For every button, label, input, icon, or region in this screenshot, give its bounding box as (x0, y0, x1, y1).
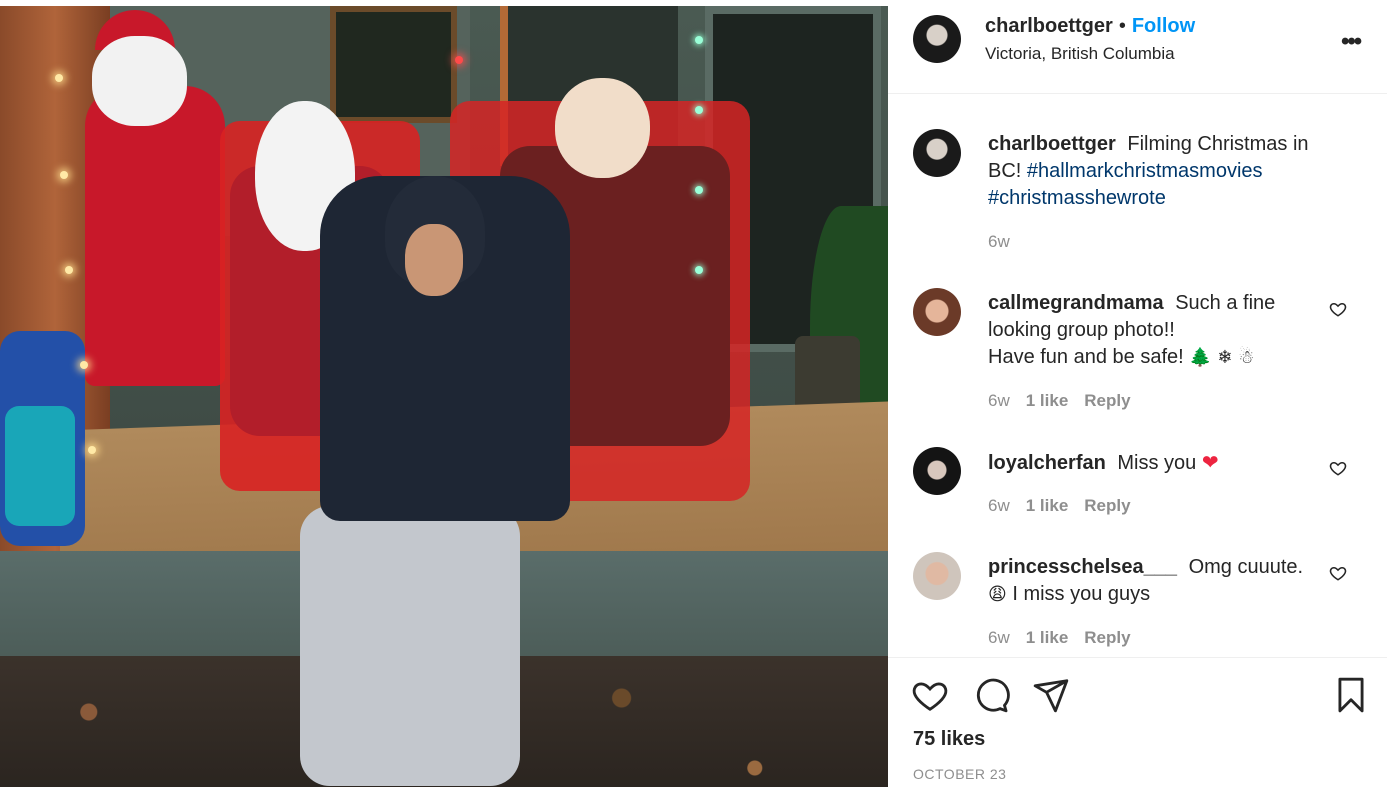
reply-button[interactable]: Reply (1084, 496, 1130, 515)
separator-dot: • (1118, 15, 1126, 37)
heart-outline-icon[interactable] (1329, 459, 1347, 477)
photo-string-light (88, 446, 96, 454)
comment-icon[interactable] (972, 676, 1010, 714)
photo-string-light (695, 106, 703, 114)
post-actions: 75 likes OCTOBER 23 (888, 657, 1387, 788)
comment-likes[interactable]: 1 like (1026, 628, 1069, 647)
caption-avatar[interactable] (913, 129, 961, 177)
comment-item: callmegrandmama Such a fine looking grou… (988, 290, 1328, 371)
author-username[interactable]: charlboettger (985, 15, 1113, 37)
comment-username[interactable]: princesschelsea___ (988, 556, 1177, 578)
hashtag-link[interactable]: #christmasshewrote (988, 187, 1166, 209)
comment-text-line2: I miss you guys (1012, 583, 1151, 605)
photo-santa-beard (92, 36, 187, 126)
photo-window (330, 6, 457, 123)
comment-time[interactable]: 6w (988, 391, 1010, 410)
comment-username[interactable]: callmegrandmama (988, 292, 1164, 314)
like-icon[interactable] (911, 676, 949, 714)
comment-emojis: 🌲 ❄ ☃ (1189, 347, 1255, 368)
caption-meta: 6w (988, 232, 1026, 252)
commenter-avatar[interactable] (913, 552, 961, 600)
red-heart-emoji: ❤ (1201, 450, 1219, 474)
caption-username[interactable]: charlboettger (988, 133, 1116, 155)
author-avatar[interactable] (913, 15, 961, 63)
author-line: charlboettger • Follow (985, 15, 1195, 38)
post-header: charlboettger • Follow Victoria, British C… (888, 0, 1387, 94)
photo-man-pants (300, 506, 520, 786)
comment-time[interactable]: 6w (988, 496, 1010, 515)
heart-outline-icon[interactable] (1329, 564, 1347, 582)
heart-outline-icon[interactable] (1329, 300, 1347, 318)
reply-button[interactable]: Reply (1084, 628, 1130, 647)
comment-text-line2: Have fun and be safe! (988, 346, 1184, 368)
likes-count[interactable]: 75 likes (913, 728, 985, 751)
follow-button[interactable]: Follow (1132, 15, 1195, 37)
photo-man-face (405, 224, 463, 296)
post-photo[interactable] (0, 6, 888, 787)
photo-string-light (60, 171, 68, 179)
reply-button[interactable]: Reply (1084, 391, 1130, 410)
save-icon[interactable] (1332, 676, 1370, 714)
comment-username[interactable]: loyalcherfan (988, 452, 1106, 474)
comment-meta: 6w 1 like Reply (988, 391, 1147, 411)
photo-mrs-claus-head (555, 78, 650, 178)
comment-likes[interactable]: 1 like (1026, 496, 1069, 515)
comment-time[interactable]: 6w (988, 628, 1010, 647)
more-icon[interactable]: ••• (1341, 28, 1362, 56)
post-date[interactable]: OCTOBER 23 (913, 766, 1006, 782)
photo-string-light (455, 56, 463, 64)
post-location[interactable]: Victoria, British Columbia (985, 44, 1175, 64)
photo-santa-figure (85, 86, 225, 386)
comment-likes[interactable]: 1 like (1026, 391, 1069, 410)
commenter-avatar[interactable] (913, 288, 961, 336)
photo-string-light (695, 266, 703, 274)
post-side-panel: charlboettger • Follow Victoria, British C… (888, 0, 1387, 787)
comment-item: princesschelsea___ Omg cuuute. 😩 I miss … (988, 554, 1328, 608)
comment-text: Miss you (1117, 452, 1197, 474)
weary-face-emoji: 😩 (988, 584, 1007, 605)
photo-string-light (55, 74, 63, 82)
photo-string-light (695, 186, 703, 194)
caption: charlboettger Filming Christmas in BC! #… (988, 131, 1328, 212)
photo-string-light (80, 361, 88, 369)
share-icon[interactable] (1032, 676, 1070, 714)
photo-backpack-pocket (5, 406, 75, 526)
comment-item: loyalcherfan Miss you ❤ (988, 449, 1328, 477)
instagram-post-view: charlboettger • Follow Victoria, British C… (0, 0, 1387, 787)
photo-string-light (695, 36, 703, 44)
comment-text: Omg cuuute. (1188, 556, 1304, 578)
hashtag-link[interactable]: #hallmarkchristmasmovies (1027, 160, 1263, 182)
caption-time[interactable]: 6w (988, 232, 1010, 251)
commenter-avatar[interactable] (913, 447, 961, 495)
photo-string-light (65, 266, 73, 274)
comment-meta: 6w 1 like Reply (988, 628, 1147, 648)
comment-meta: 6w 1 like Reply (988, 496, 1147, 516)
